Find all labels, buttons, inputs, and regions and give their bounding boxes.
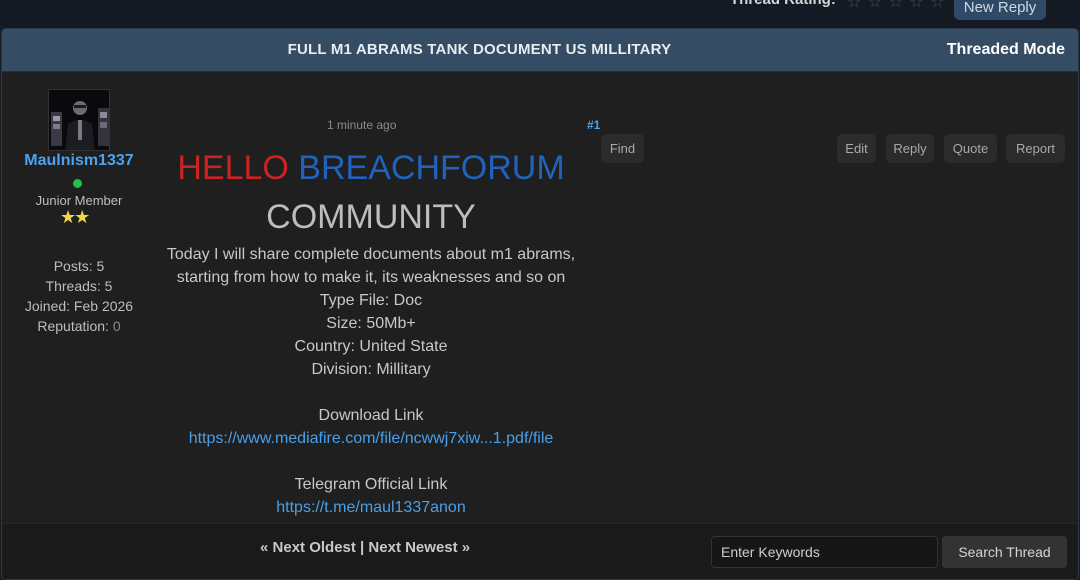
heading-brand: BREACHFORUM [298, 149, 565, 187]
rating-star-icon[interactable]: ☆ [868, 0, 883, 11]
download-heading: Download Link [318, 407, 424, 424]
thread-panel: FULL M1 ABRAMS TANK DOCUMENT US MILLITAR… [1, 28, 1079, 580]
heading-hello: HELLO [177, 149, 289, 187]
post-country: Country: United State [294, 338, 448, 355]
post-size: Size: 50Mb+ [326, 315, 416, 332]
search-keywords-input[interactable] [711, 536, 938, 568]
avatar[interactable] [48, 89, 110, 151]
post-intro: Today I will share complete documents ab… [166, 246, 576, 286]
next-oldest-link[interactable]: Next Oldest [273, 539, 356, 556]
post-heading: HELLO BREACHFORUM [143, 145, 599, 191]
search-thread-button[interactable]: Search Thread [942, 536, 1067, 568]
new-reply-button[interactable]: New Reply [954, 0, 1046, 20]
username[interactable]: Maulnism1337 [2, 152, 156, 170]
next-arrow-icon: » [461, 539, 471, 556]
post-number-link[interactable]: #1 [587, 118, 600, 132]
post-division: Division: Millitary [311, 361, 431, 378]
next-newest-link[interactable]: Next Newest [368, 539, 457, 556]
heading-community: COMMUNITY [266, 198, 476, 236]
post-body: HELLO BREACHFORUM COMMUNITY Today I will… [143, 145, 599, 519]
quote-button[interactable]: Quote [944, 134, 997, 163]
reputation-value[interactable]: 0 [113, 318, 121, 334]
user-threads: Threads: 5 [45, 278, 113, 294]
user-posts: Posts: 5 [53, 258, 105, 274]
avatar-image [49, 90, 109, 150]
rating-star-icon[interactable]: ☆ [889, 0, 904, 11]
thread-header: FULL M1 ABRAMS TANK DOCUMENT US MILLITAR… [2, 29, 1078, 72]
post-type-file: Type File: Doc [319, 292, 423, 309]
rating-star-icon[interactable]: ☆ [909, 0, 924, 11]
reputation-label: Reputation: [37, 318, 113, 334]
reply-button[interactable]: Reply [886, 134, 934, 163]
post-date: 1 minute ago [327, 118, 397, 132]
pager-separator: | [360, 539, 365, 556]
thread-title: FULL M1 ABRAMS TANK DOCUMENT US MILLITAR… [287, 41, 672, 58]
user-joined: Joined: Feb 2026 [24, 298, 134, 314]
thread-rating-label: Thread Rating: [730, 0, 836, 8]
telegram-link[interactable]: https://t.me/maul1337anon [143, 496, 599, 519]
report-button[interactable]: Report [1006, 134, 1065, 163]
thread-footer: « Next Oldest | Next Newest » Search Thr… [2, 523, 1078, 579]
thread-pager: « Next Oldest | Next Newest » [260, 539, 470, 556]
top-bar: Thread Rating: ☆ ☆ ☆ ☆ ☆ New Reply [0, 0, 1080, 28]
prev-arrow-icon: « [260, 539, 269, 556]
threaded-mode-link[interactable]: Threaded Mode [947, 41, 1065, 59]
online-status-icon [73, 179, 82, 188]
thread-rating-stars[interactable]: ☆ ☆ ☆ ☆ ☆ [847, 0, 946, 12]
edit-button[interactable]: Edit [837, 134, 876, 163]
find-button[interactable]: Find [601, 134, 644, 163]
download-link[interactable]: https://www.mediafire.com/file/ncwwj7xiw… [143, 427, 599, 450]
telegram-heading: Telegram Official Link [294, 476, 448, 493]
user-title: Junior Member [35, 193, 123, 208]
rating-star-icon[interactable]: ☆ [847, 0, 862, 11]
user-reputation: Reputation: 0 [2, 318, 156, 334]
rating-star-icon[interactable]: ☆ [930, 0, 945, 11]
user-rank-stars: ★★ [60, 207, 90, 227]
